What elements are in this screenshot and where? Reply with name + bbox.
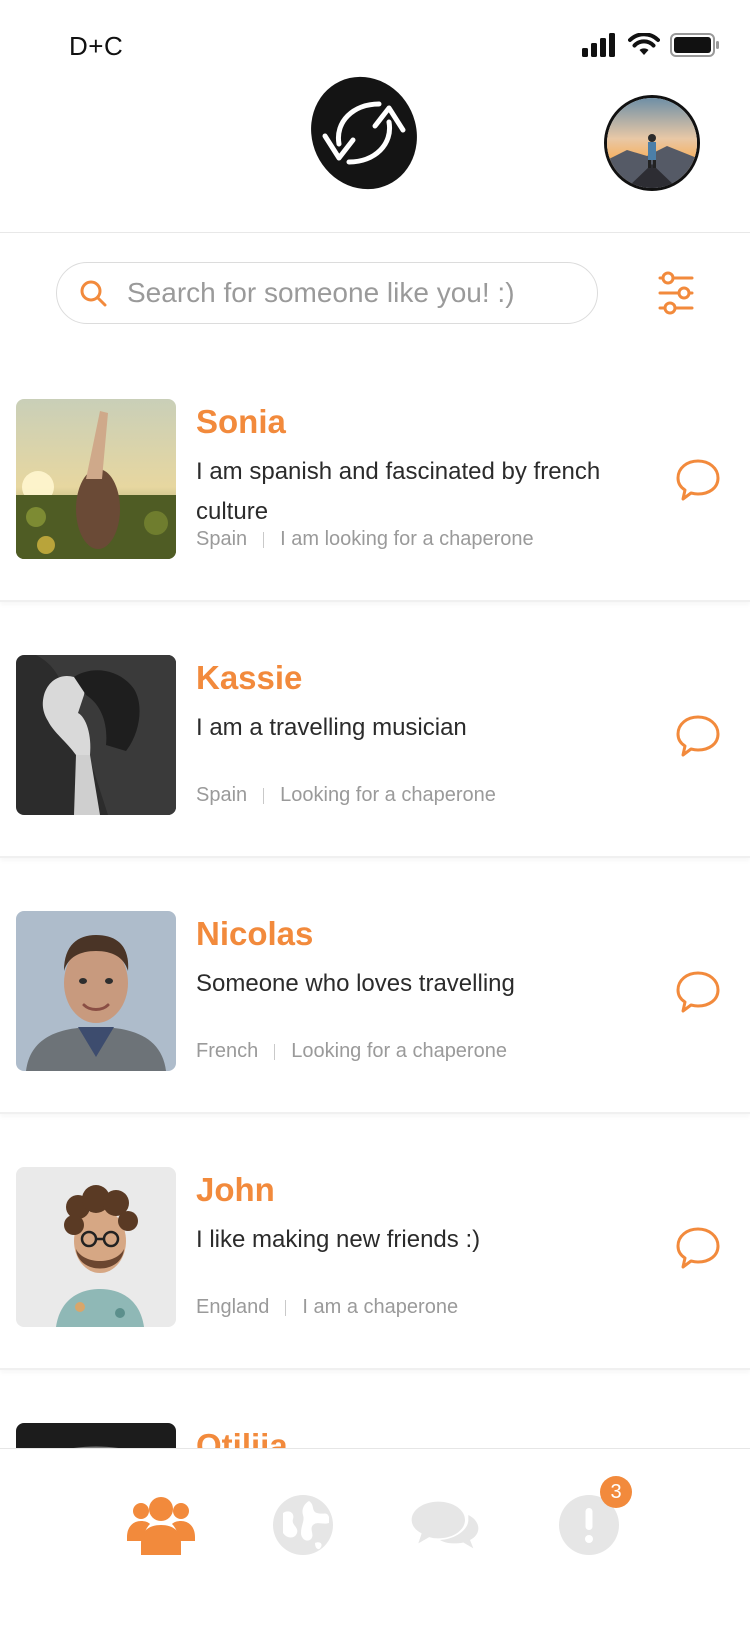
user-country: England [196,1296,270,1318]
user-photo [16,399,176,559]
meta-divider [285,1299,287,1316]
user-meta: England I am a chaperone [196,1296,458,1319]
user-card[interactable]: Nicolas Someone who loves travelling Fre… [0,872,750,1114]
user-country: Spain [196,784,248,806]
user-meta: Spain I am looking for a chaperone [196,528,534,551]
chat-bubbles-icon [411,1501,479,1549]
filter-button[interactable] [654,268,698,318]
user-bio: Someone who loves travelling [196,970,515,997]
user-card[interactable]: Sonia I am spanish and fascinated by fre… [0,360,750,602]
search-bar[interactable] [56,262,598,324]
user-photo [16,1423,176,1448]
user-card[interactable]: Kassie I am a travelling musician Spain … [0,616,750,858]
chat-button[interactable] [675,1225,721,1271]
user-status: Looking for a chaperone [291,1040,507,1062]
search-icon [79,279,107,307]
meta-divider [274,1043,276,1060]
chat-button[interactable] [675,457,721,503]
user-meta: Spain Looking for a chaperone [196,784,496,807]
user-name: Kassie [196,659,303,696]
user-status: I am a chaperone [302,1296,459,1318]
user-name: Otilija [196,1427,288,1448]
user-photo [16,655,176,815]
search-row [0,232,750,361]
app-logo [309,74,419,192]
user-list: Sonia I am spanish and fascinated by fre… [0,360,750,1448]
profile-avatar[interactable] [604,95,700,191]
user-bio: I am a travelling musician [196,714,467,741]
nav-people[interactable] [126,1490,196,1560]
chat-bubble-icon [676,715,720,757]
bottom-nav: 3 [0,1448,750,1625]
globe-icon [273,1495,333,1555]
user-card[interactable]: John I like making new friends :) Englan… [0,1128,750,1370]
status-icons [582,33,720,57]
app-header [0,66,750,233]
chat-bubble-icon [676,971,720,1013]
notification-badge: 3 [600,1476,632,1508]
battery-icon [670,33,719,57]
user-status: Looking for a chaperone [280,784,496,806]
user-country: French [196,1040,259,1062]
user-status: I am looking for a chaperone [280,528,534,550]
nav-notifications[interactable]: 3 [554,1476,632,1560]
meta-divider [263,531,265,548]
chat-bubble-icon [676,459,720,501]
wifi-icon [628,33,660,55]
user-meta: French Looking for a chaperone [196,1040,507,1063]
user-bio: I am spanish and fascinated by french cu… [196,458,601,525]
signal-icon [582,33,615,57]
meta-divider [263,787,265,804]
user-country: Spain [196,528,248,550]
user-name: John [196,1171,275,1208]
user-bio: I like making new friends :) [196,1226,481,1253]
user-name: Sonia [196,403,286,440]
nav-messages[interactable] [410,1490,480,1560]
people-icon [127,1497,195,1555]
chat-button[interactable] [675,713,721,759]
chat-button[interactable] [675,969,721,1015]
chat-bubble-icon [676,1227,720,1269]
user-photo [16,911,176,1071]
user-photo [16,1167,176,1327]
sliders-icon [658,271,694,315]
user-name: Nicolas [196,915,314,952]
carrier-label: D+C [69,31,124,61]
user-card[interactable]: Otilija [0,1384,750,1448]
search-input[interactable] [125,276,589,310]
nav-explore[interactable] [268,1490,338,1560]
